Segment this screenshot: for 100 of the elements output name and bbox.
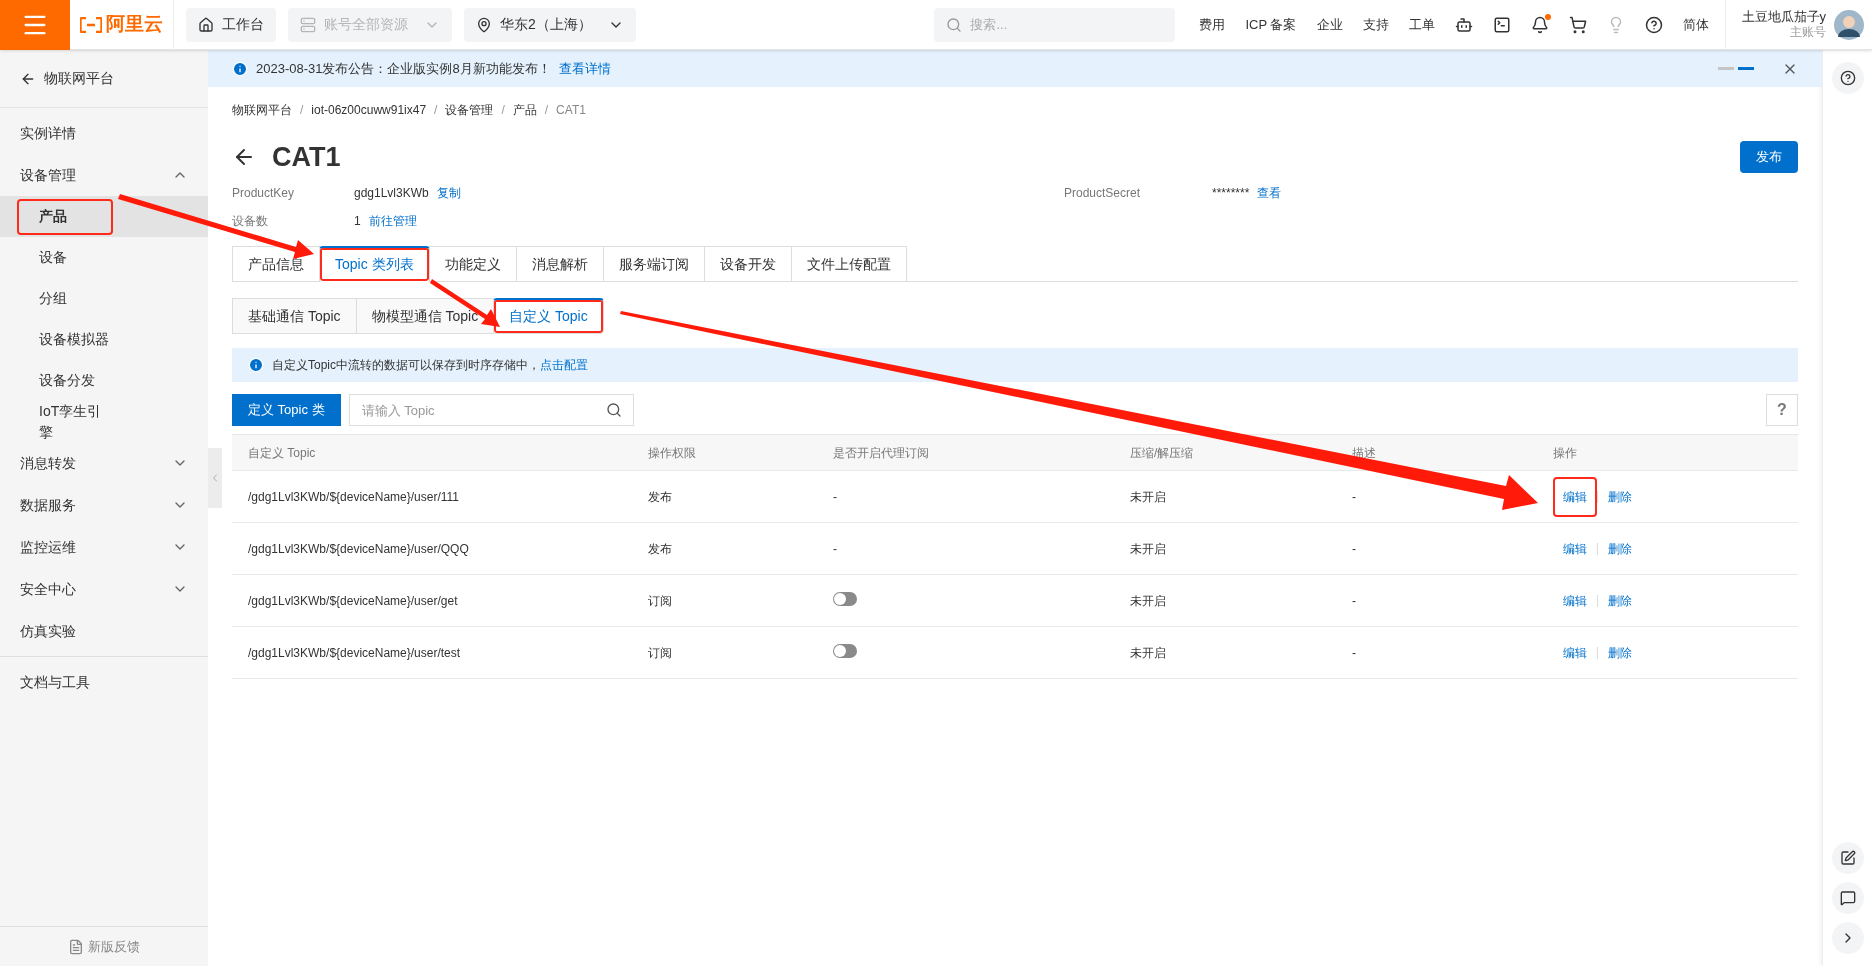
help-icon	[1839, 70, 1856, 86]
location-icon	[476, 16, 492, 33]
sidebar-item[interactable]: 消息转发	[0, 442, 208, 484]
define-topic-button[interactable]: 定义 Topic 类	[232, 394, 341, 426]
avatar[interactable]	[1834, 9, 1864, 40]
sidebar-item[interactable]: 数据服务	[0, 484, 208, 526]
breadcrumb-link[interactable]: 物联网平台	[232, 101, 292, 119]
sidebar-subitem[interactable]: 产品	[0, 196, 208, 237]
table-cell: /gdg1Lvl3KWb/${deviceName}/user/test	[248, 645, 461, 660]
sidebar-item[interactable]: 文档与工具	[0, 661, 208, 703]
help-icon[interactable]	[1644, 15, 1663, 34]
info-link[interactable]: 复制	[436, 184, 461, 202]
breadcrumb-separator: /	[300, 102, 304, 119]
action-link[interactable]: 删除	[1598, 476, 1642, 517]
breadcrumb-link[interactable]: iot-06z00cuww91ix47	[311, 101, 427, 119]
table-cell: 订阅	[648, 593, 672, 608]
column-header: 自定义 Topic	[248, 444, 317, 462]
sidebar-item[interactable]: 仿真实验	[0, 610, 208, 652]
home-icon	[198, 16, 214, 33]
page-title: CAT1	[272, 140, 341, 174]
topic-search-field[interactable]: 请输入 Topic	[348, 394, 634, 426]
info-link[interactable]: 查看	[1257, 184, 1282, 202]
action-link[interactable]: 编辑	[1553, 580, 1597, 621]
breadcrumb-link[interactable]: CAT1	[556, 101, 586, 119]
action-link[interactable]: 删除	[1598, 632, 1642, 673]
search-field[interactable]: 搜索...	[934, 7, 1176, 42]
nav-pill[interactable]: 华东2（上海）	[464, 7, 636, 42]
info-icon	[248, 357, 264, 373]
notice-text: 2023-08-31发布公告：企业版实例8月新功能发布！	[256, 59, 551, 78]
publish-button[interactable]: 发布	[1740, 141, 1798, 173]
column-header: 压缩/解压缩	[1130, 444, 1195, 462]
annotation-arrow	[430, 279, 500, 327]
tab[interactable]: Topic 类列表	[319, 246, 430, 282]
breadcrumb-link[interactable]: 产品	[512, 101, 537, 119]
account-type: 主账号	[1790, 25, 1826, 41]
sub-tab[interactable]: 基础通信 Topic	[232, 298, 357, 334]
sub-tab[interactable]: 自定义 Topic	[493, 298, 604, 334]
help-button[interactable]: ?	[1766, 394, 1798, 426]
table-cell: /gdg1Lvl3KWb/${deviceName}/user/get	[248, 593, 458, 608]
action-link[interactable]: 编辑	[1553, 528, 1597, 569]
menu-button[interactable]	[0, 0, 70, 50]
sidebar-subitem[interactable]: 设备模拟器	[0, 319, 208, 360]
language-link[interactable]: 简体	[1682, 14, 1709, 35]
chat-button[interactable]	[1831, 882, 1864, 914]
tip-link[interactable]: 点击配置	[540, 356, 588, 374]
tab[interactable]: 产品信息	[232, 246, 320, 282]
search-icon	[605, 402, 622, 418]
table-cell: 未开启	[1130, 593, 1166, 608]
info-label: ProductSecret	[1064, 185, 1142, 202]
notification-icon[interactable]	[1530, 15, 1549, 34]
server-icon	[300, 16, 316, 33]
sidebar-item[interactable]: 实例详情	[0, 112, 208, 154]
table-cell: -	[833, 541, 837, 556]
sub-tab[interactable]: 物模型通信 Topic	[355, 298, 495, 334]
info-value: ********	[1212, 185, 1250, 202]
table-cell: 订阅	[648, 645, 672, 660]
action-link[interactable]: 编辑	[1553, 632, 1597, 673]
top-link[interactable]: 企业	[1316, 14, 1343, 35]
tab[interactable]: 功能定义	[428, 246, 517, 282]
logo-icon	[80, 16, 102, 33]
column-header: 操作权限	[648, 444, 697, 462]
action-link[interactable]: 删除	[1598, 528, 1642, 569]
info-value: 1	[354, 213, 361, 230]
sidebar-subitem[interactable]: 设备分发	[0, 360, 208, 401]
sidebar-subitem[interactable]: 设备	[0, 237, 208, 278]
nav-pill[interactable]: 工作台	[186, 7, 276, 42]
top-link[interactable]: 费用	[1199, 14, 1226, 35]
sidebar-item[interactable]: 安全中心	[0, 568, 208, 610]
table-cell: /gdg1Lvl3KWb/${deviceName}/user/QQQ	[248, 541, 469, 556]
sidebar-subitem[interactable]: IoT孪生引擎	[0, 401, 208, 442]
tip-text: 自定义Topic中流转的数据可以保存到时序存储中，	[272, 357, 540, 374]
info-icon	[232, 60, 248, 77]
notice-link[interactable]: 查看详情	[558, 58, 611, 79]
cart-icon[interactable]	[1568, 15, 1587, 34]
tab[interactable]: 文件上传配置	[790, 246, 907, 282]
action-link[interactable]: 删除	[1598, 580, 1642, 621]
toggle-switch[interactable]	[833, 591, 857, 606]
table-cell: -	[833, 489, 837, 504]
collapse-handle[interactable]	[208, 448, 222, 508]
breadcrumb-separator: /	[501, 102, 505, 119]
column-header: 操作	[1553, 444, 1578, 462]
table-cell: 发布	[648, 489, 672, 504]
help-button[interactable]	[1831, 62, 1864, 94]
user-name: 土豆地瓜茄子y	[1741, 8, 1826, 26]
info-link[interactable]: 前往管理	[368, 212, 417, 230]
table-cell: 未开启	[1130, 541, 1166, 556]
top-link[interactable]: 工单	[1408, 14, 1435, 35]
robot-icon[interactable]	[1454, 15, 1473, 34]
top-link[interactable]: 支持	[1362, 14, 1389, 35]
table-cell: /gdg1Lvl3KWb/${deviceName}/user/111	[248, 489, 460, 504]
toggle-switch[interactable]	[833, 643, 857, 658]
action-link[interactable]: 编辑	[1553, 476, 1597, 517]
info-value: gdg1Lvl3KWb	[354, 185, 429, 202]
sidebar-subitem[interactable]: 分组	[0, 278, 208, 319]
top-link[interactable]: ICP 备案	[1245, 14, 1297, 35]
edit-icon	[1839, 850, 1856, 866]
breadcrumb-link[interactable]: 设备管理	[445, 101, 494, 119]
sidebar-item[interactable]: 监控运维	[0, 526, 208, 568]
edit-button[interactable]	[1831, 842, 1864, 874]
terminal-icon[interactable]	[1492, 15, 1511, 34]
